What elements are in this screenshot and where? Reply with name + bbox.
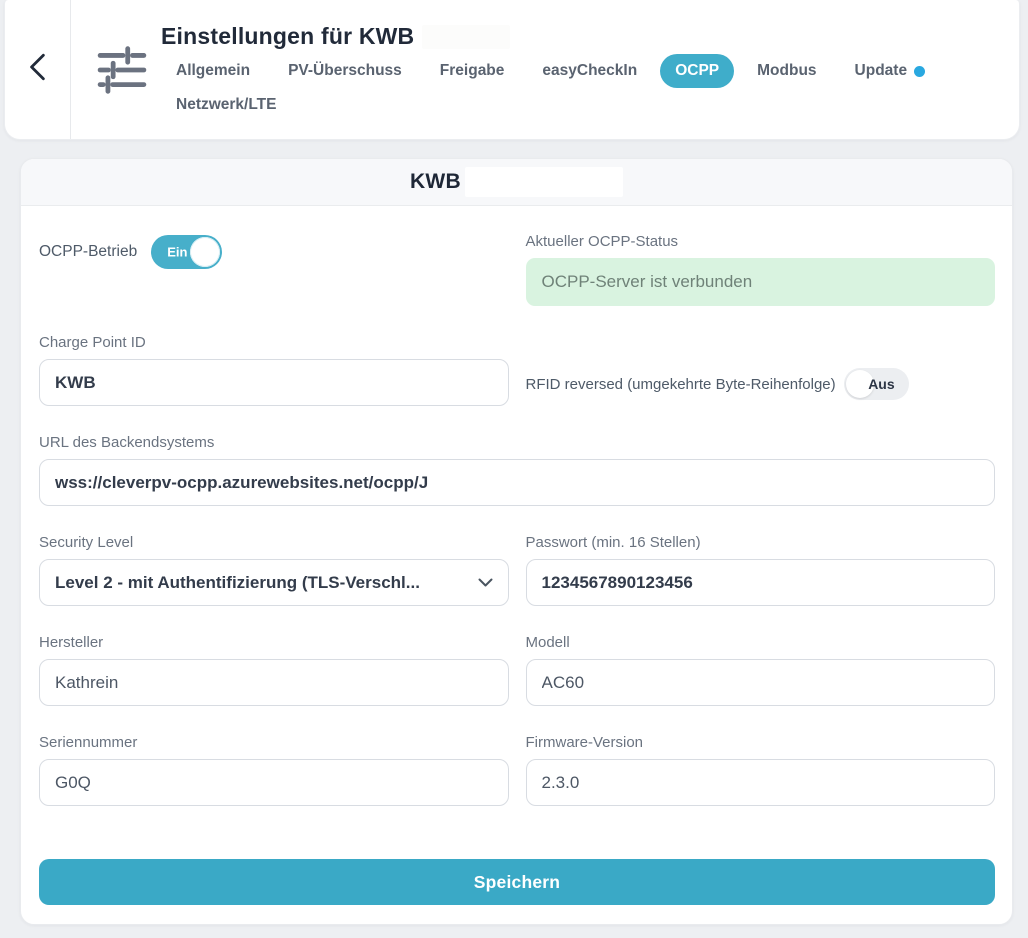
rfid-reversed-row: RFID reversed (umgekehrte Byte-Reihenfol… — [526, 368, 996, 400]
modell-label: Modell — [526, 633, 996, 653]
ocpp-status-value: OCPP-Server ist verbunden — [526, 258, 996, 306]
security-level-field: Security Level Level 2 - mit Authentifiz… — [39, 533, 509, 606]
ocpp-status-label: Aktueller OCPP-Status — [526, 232, 996, 252]
seriennummer-label: Seriennummer — [39, 733, 509, 753]
toggle-knob — [190, 237, 220, 267]
tab-freigabe[interactable]: Freigabe — [425, 54, 520, 88]
chevron-down-icon — [478, 574, 493, 592]
rfid-reversed-toggle[interactable]: Aus — [844, 368, 909, 400]
hersteller-field: Hersteller — [39, 633, 509, 706]
tab-allgemein[interactable]: Allgemein — [161, 54, 265, 88]
firmware-input[interactable] — [526, 759, 996, 806]
chevron-left-icon — [26, 52, 50, 87]
tab-modbus[interactable]: Modbus — [742, 54, 831, 88]
redaction-patch — [422, 25, 510, 49]
save-button[interactable]: Speichern — [39, 859, 995, 905]
update-notification-dot — [914, 66, 925, 77]
settings-tabs: Allgemein PV-Überschuss Freigabe easyChe… — [161, 54, 991, 122]
tab-pv-ueberschuss[interactable]: PV-Überschuss — [273, 54, 417, 88]
firmware-field: Firmware-Version — [526, 733, 996, 806]
header-content: Einstellungen für KWB Allgemein PV-Übers… — [71, 0, 1019, 139]
charge-point-id-field: Charge Point ID — [39, 333, 509, 406]
tab-ocpp[interactable]: OCPP — [660, 54, 734, 88]
card-title: KWB — [410, 170, 461, 194]
settings-header: Einstellungen für KWB Allgemein PV-Übers… — [4, 0, 1020, 140]
password-field: Passwort (min. 16 Stellen) — [526, 533, 996, 606]
security-level-label: Security Level — [39, 533, 509, 553]
sliders-icon — [97, 46, 147, 94]
toggle-state-label: Ein — [167, 245, 187, 260]
tab-netzwerk-lte[interactable]: Netzwerk/LTE — [161, 88, 292, 122]
charge-point-id-label: Charge Point ID — [39, 333, 509, 353]
backend-url-input[interactable] — [39, 459, 995, 506]
security-level-value: Level 2 - mit Authentifizierung (TLS-Ver… — [55, 573, 420, 593]
charge-point-id-input[interactable] — [39, 359, 509, 406]
card-header: KWB — [21, 159, 1012, 206]
rfid-reversed-label: RFID reversed (umgekehrte Byte-Reihenfol… — [526, 376, 836, 393]
ocpp-betrieb-label: OCPP-Betrieb — [39, 243, 137, 261]
ocpp-settings-card: KWB OCPP-Betrieb Ein Aktueller OCPP-Stat… — [20, 158, 1013, 925]
ocpp-betrieb-toggle[interactable]: Ein — [151, 235, 222, 269]
hersteller-label: Hersteller — [39, 633, 509, 653]
ocpp-betrieb-row: OCPP-Betrieb Ein — [39, 235, 509, 269]
ocpp-status-field: Aktueller OCPP-Status OCPP-Server ist ve… — [526, 232, 996, 306]
password-input[interactable] — [526, 559, 996, 606]
hersteller-input[interactable] — [39, 659, 509, 706]
seriennummer-field: Seriennummer — [39, 733, 509, 806]
back-button[interactable] — [5, 0, 71, 139]
password-label: Passwort (min. 16 Stellen) — [526, 533, 996, 553]
backend-url-field: URL des Backendsystems — [39, 433, 995, 506]
tab-easycheckin[interactable]: easyCheckIn — [527, 54, 652, 88]
save-row: Speichern — [39, 859, 995, 905]
toggle-state-label: Aus — [868, 376, 894, 392]
ocpp-form: OCPP-Betrieb Ein Aktueller OCPP-Status O… — [21, 206, 1012, 925]
security-level-select[interactable]: Level 2 - mit Authentifizierung (TLS-Ver… — [39, 559, 509, 606]
page-title: Einstellungen für KWB — [161, 23, 414, 50]
firmware-label: Firmware-Version — [526, 733, 996, 753]
tab-update-label: Update — [855, 62, 908, 80]
redaction-patch — [465, 167, 623, 197]
modell-field: Modell — [526, 633, 996, 706]
tab-update[interactable]: Update — [840, 54, 941, 88]
seriennummer-input[interactable] — [39, 759, 509, 806]
backend-url-label: URL des Backendsystems — [39, 433, 995, 453]
modell-input[interactable] — [526, 659, 996, 706]
